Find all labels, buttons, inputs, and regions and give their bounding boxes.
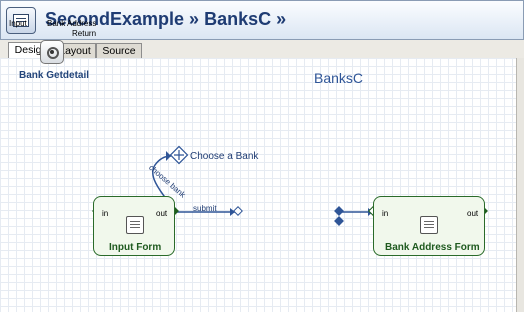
submit-edge-label[interactable]: submit [193,204,217,213]
input-form-out-label: out [156,209,168,218]
bank-address-form-node[interactable]: in out Bank Address Form [373,196,485,256]
bank-getdetail-bank-address-label: Bank Address [47,19,97,28]
input-form-label: Input Form [109,242,162,253]
form-icon [126,216,144,234]
bank-getdetail-input-label: Input [9,19,27,28]
input-form-in-label: in [102,209,109,218]
input-form-node[interactable]: in out Input Form [93,196,175,256]
bank-address-form-in-label: in [382,209,389,218]
connections-layer [92,145,488,226]
bank-address-form-out-label: out [467,209,479,218]
choose-bank-arrow-icon [166,151,171,161]
bank-getdetail-return-label: Return [72,29,97,38]
app-window: SecondExample » BanksC » Design Layout S… [0,0,524,312]
bank-getdetail-label: Bank Getdetail [19,70,90,81]
gear-icon [40,40,64,64]
form-icon [420,216,438,234]
bank-address-form-label: Bank Address Form [385,242,480,253]
choose-bank-choice[interactable]: Choose a Bank [190,151,258,162]
